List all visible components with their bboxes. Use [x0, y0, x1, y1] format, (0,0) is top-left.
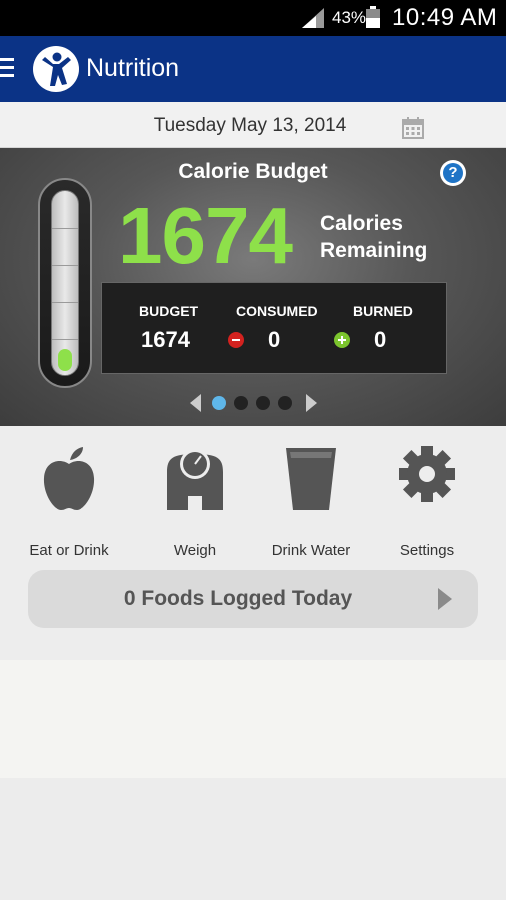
- panel-pager: [188, 394, 320, 414]
- minus-icon: [228, 332, 244, 348]
- pager-dot[interactable]: [256, 396, 270, 410]
- foods-logged-label: 0 Foods Logged Today: [123, 587, 353, 610]
- calories-label: Calories: [320, 212, 403, 235]
- clock: 10:49 AM: [392, 4, 498, 31]
- signal-icon: [302, 8, 324, 28]
- app-logo-icon: [33, 46, 79, 92]
- settings-button[interactable]: Settings: [372, 444, 482, 559]
- calories-remaining-value: 1674: [118, 191, 293, 280]
- calendar-icon[interactable]: [402, 117, 424, 139]
- thermometer-tick: [52, 302, 78, 303]
- thermometer-tube: [51, 190, 79, 376]
- battery-percent: 43%: [332, 8, 367, 27]
- weigh-button[interactable]: Weigh: [140, 444, 250, 559]
- menu-icon[interactable]: [0, 58, 14, 78]
- thermometer-fill: [58, 349, 72, 371]
- foods-logged-button[interactable]: 0 Foods Logged Today: [28, 570, 478, 628]
- drink-water-label: Drink Water: [271, 542, 351, 559]
- status-bar: 43% 10:49 AM: [0, 0, 506, 36]
- calorie-thermometer: [38, 178, 92, 388]
- scale-icon: [167, 449, 223, 510]
- calorie-budget-panel[interactable]: Calorie Budget ? 1674 Calories Remaining…: [0, 148, 506, 426]
- pager-dot[interactable]: [278, 396, 292, 410]
- remaining-label: Remaining: [320, 239, 428, 262]
- apple-icon: [43, 447, 95, 510]
- quick-actions: Eat or Drink Weigh Drink Water Settings …: [0, 426, 506, 660]
- chevron-left-icon[interactable]: [190, 394, 201, 412]
- app-title: Nutrition: [86, 54, 180, 82]
- gear-icon: [399, 446, 455, 502]
- help-icon[interactable]: ?: [440, 160, 466, 186]
- weigh-label: Weigh: [173, 542, 217, 559]
- thermometer-tick: [52, 228, 78, 229]
- chevron-right-icon: [438, 588, 452, 610]
- current-date[interactable]: Tuesday May 13, 2014: [0, 115, 500, 137]
- thermometer-tick: [52, 265, 78, 266]
- drink-water-button[interactable]: Drink Water: [256, 444, 366, 559]
- content-area: [0, 660, 506, 778]
- app-bar: Nutrition: [0, 36, 506, 102]
- consumed-label: CONSUMED: [236, 303, 318, 319]
- burned-label: BURNED: [353, 303, 413, 319]
- bottom-area: [0, 778, 506, 900]
- calorie-stats-box: BUDGET 1674 CONSUMED 0 BURNED 0: [101, 282, 447, 374]
- chevron-right-icon[interactable]: [306, 394, 317, 412]
- settings-label: Settings: [399, 542, 455, 559]
- eat-or-drink-button[interactable]: Eat or Drink: [14, 444, 124, 559]
- consumed-value: 0: [268, 327, 281, 352]
- plus-icon: [334, 332, 350, 348]
- thermometer-tick: [52, 339, 78, 340]
- pager-dot[interactable]: [212, 396, 226, 410]
- budget-label: BUDGET: [139, 303, 199, 319]
- budget-value: 1674: [141, 327, 190, 352]
- calories-remaining-label: Calories Remaining: [320, 210, 427, 264]
- water-glass-icon: [286, 448, 336, 510]
- battery-icon: [366, 6, 380, 28]
- eat-or-drink-label: Eat or Drink: [29, 542, 109, 559]
- burned-value: 0: [374, 327, 387, 352]
- date-row: Tuesday May 13, 2014: [0, 102, 506, 148]
- pager-dot[interactable]: [234, 396, 248, 410]
